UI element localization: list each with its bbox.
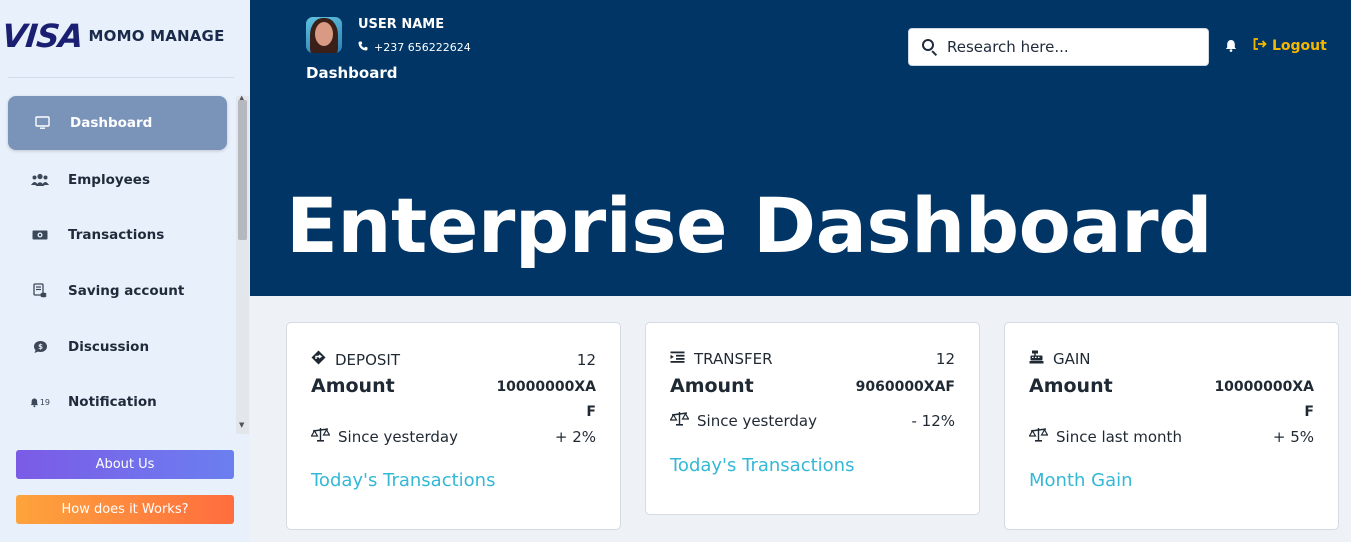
- card-header: TRANSFER 12: [670, 350, 955, 368]
- sidebar-item-notification[interactable]: 19 Notification: [0, 374, 236, 430]
- card-trend: Since last month + 5%: [1028, 427, 1314, 446]
- amount-label: Amount: [311, 375, 395, 397]
- avatar[interactable]: [306, 17, 342, 53]
- sidebar-item-employees[interactable]: Employees: [0, 152, 236, 208]
- card-amount-row: Amount 10000000XAF: [311, 375, 596, 425]
- user-phone: +237 656222624: [358, 41, 471, 54]
- card-amount-row: Amount 9060000XAF: [670, 375, 955, 400]
- amount-value: 9060000XAF: [855, 379, 955, 395]
- gain-card: GAIN Amount 10000000XAF Since last month…: [1004, 322, 1339, 530]
- scroll-down-icon[interactable]: ▼: [239, 421, 244, 429]
- trend-label: Since yesterday: [338, 427, 458, 446]
- amount-value: 10000000XAF: [496, 379, 596, 420]
- monitor-icon: [32, 113, 52, 133]
- diamond-arrow-icon: [311, 350, 329, 369]
- sidebar-scrollbar[interactable]: ▲ ▼: [236, 94, 249, 434]
- visa-logo: VISA: [0, 17, 85, 55]
- card-header: DEPOSIT 12: [311, 350, 596, 369]
- sidebar-item-saving-account[interactable]: Saving account: [0, 263, 236, 319]
- trend-value: + 2%: [554, 427, 596, 446]
- sidebar-item-label: Employees: [68, 171, 151, 188]
- comment-dollar-icon: $: [30, 337, 50, 357]
- search-bar[interactable]: [908, 28, 1209, 66]
- logout-label: Logout: [1272, 38, 1327, 54]
- bell-icon: 19: [30, 392, 50, 412]
- card-title: GAIN: [1053, 350, 1091, 368]
- header: USER NAME +237 656222624 Dashboard Logou…: [250, 0, 1351, 296]
- brand[interactable]: VISA MOMO MANAGE: [0, 14, 250, 58]
- phone-icon: [358, 41, 368, 54]
- user-phone-number: +237 656222624: [374, 41, 471, 54]
- sidebar-item-label: Notification: [68, 394, 157, 411]
- trend-label: Since last month: [1056, 427, 1182, 446]
- hero-title: Enterprise Dashboard: [286, 181, 1213, 270]
- logout-button[interactable]: Logout: [1253, 38, 1327, 54]
- sidebar-item-label: Saving account: [68, 282, 185, 299]
- amount-label: Amount: [670, 375, 754, 397]
- card-count: 12: [935, 350, 955, 368]
- notification-count: 19: [39, 397, 50, 407]
- balance-scale-icon: [310, 427, 331, 446]
- sidebar: VISA MOMO MANAGE Dashboard Employees Tra…: [0, 0, 250, 542]
- transfer-card: TRANSFER 12 Amount 9060000XAF Since yest…: [645, 322, 980, 515]
- sidebar-item-label: Transactions: [68, 227, 165, 244]
- card-header: GAIN: [1029, 350, 1314, 368]
- trend-value: + 5%: [1272, 427, 1314, 446]
- coins-icon: [30, 281, 50, 301]
- card-title: TRANSFER: [694, 350, 773, 368]
- trend-value: - 12%: [911, 411, 955, 430]
- sidebar-item-dashboard[interactable]: Dashboard: [8, 96, 227, 150]
- app-name: MOMO MANAGE: [88, 27, 225, 45]
- card-amount-row: Amount 10000000XAF: [1029, 375, 1314, 425]
- sidebar-item-label: Dashboard: [70, 115, 153, 131]
- sidebar-item-discussion[interactable]: $ Discussion: [0, 319, 236, 375]
- about-us-button[interactable]: About Us: [16, 450, 234, 479]
- sidebar-nav: Dashboard Employees Transactions Saving …: [0, 96, 236, 430]
- bell-icon[interactable]: [1225, 39, 1237, 56]
- sign-out-icon: [1253, 38, 1267, 54]
- balance-scale-icon: [1028, 427, 1049, 446]
- balance-scale-icon: [669, 411, 690, 430]
- search-input[interactable]: [947, 38, 1197, 56]
- how-it-works-button[interactable]: How does it Works?: [16, 495, 234, 524]
- money-bill-icon: [30, 225, 50, 245]
- scroll-thumb[interactable]: [238, 100, 247, 240]
- trend-label: Since yesterday: [697, 411, 817, 430]
- card-title: DEPOSIT: [335, 350, 400, 369]
- divider: [8, 77, 234, 78]
- card-trend: Since yesterday - 12%: [669, 411, 955, 430]
- user-name: USER NAME: [358, 17, 445, 32]
- todays-transactions-link[interactable]: Today's Transactions: [311, 470, 495, 491]
- search-icon[interactable]: [921, 38, 939, 57]
- page-title: Dashboard: [306, 64, 398, 82]
- card-count: 12: [576, 350, 596, 369]
- deposit-card: DEPOSIT 12 Amount 10000000XAF Since yest…: [286, 322, 621, 530]
- sidebar-item-transactions[interactable]: Transactions: [0, 208, 236, 264]
- sidebar-item-label: Discussion: [68, 338, 150, 355]
- cash-register-icon: [1029, 350, 1047, 368]
- amount-label: Amount: [1029, 375, 1113, 397]
- month-gain-link[interactable]: Month Gain: [1029, 470, 1133, 491]
- indent-icon: [670, 351, 688, 367]
- users-icon: [30, 170, 50, 190]
- amount-value: 10000000XAF: [1214, 379, 1314, 420]
- svg-text:$: $: [38, 343, 43, 351]
- card-trend: Since yesterday + 2%: [310, 427, 596, 446]
- todays-transactions-link[interactable]: Today's Transactions: [670, 455, 854, 476]
